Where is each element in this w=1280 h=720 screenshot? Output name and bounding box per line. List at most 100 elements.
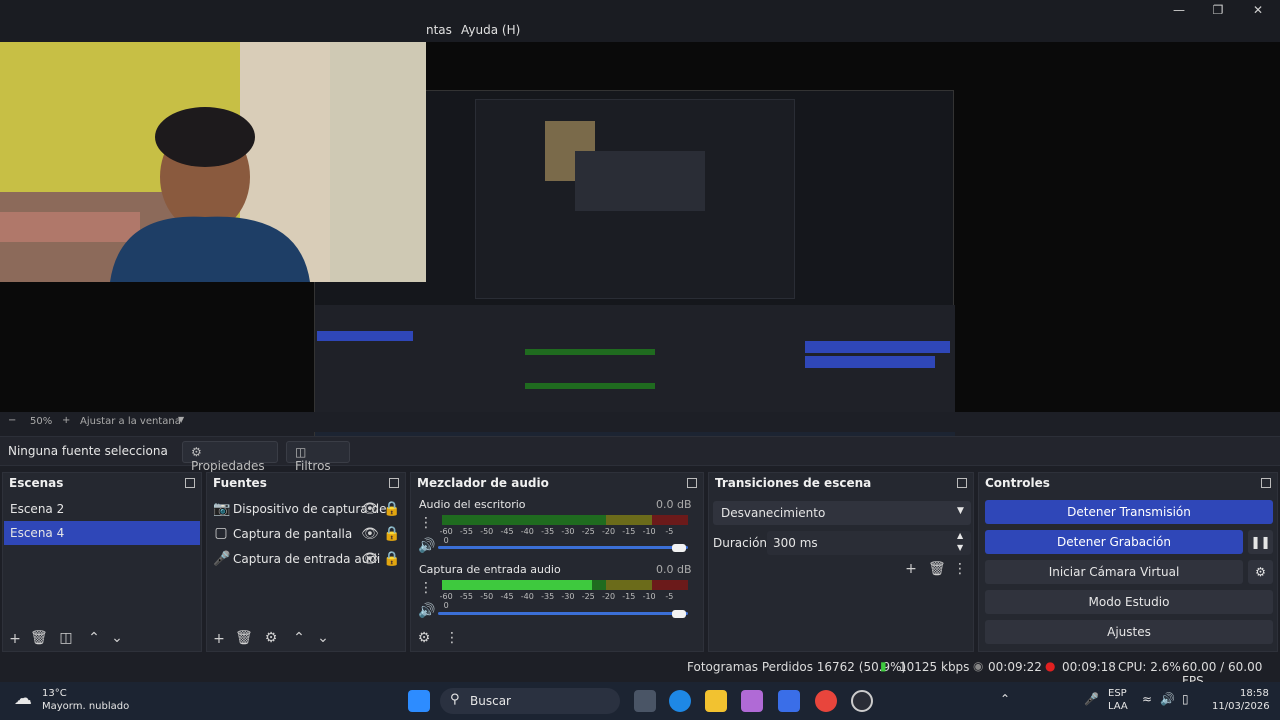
bitrate: 10125 kbps xyxy=(899,660,970,674)
meter-tick-label: -15 xyxy=(622,592,636,601)
transitions-title: Transiciones de escena xyxy=(715,476,872,490)
chevron-down-icon[interactable]: ⌄ xyxy=(109,630,125,646)
weather-icon[interactable]: ☁ xyxy=(14,688,32,709)
eye-icon[interactable]: 👁 xyxy=(361,501,379,517)
mixer-channel-db: 0.0 dB xyxy=(656,498,692,511)
advanced-audio-icon[interactable]: ⚙ xyxy=(416,630,432,646)
volume-icon[interactable]: 🔊 xyxy=(1160,692,1175,706)
popout-icon[interactable] xyxy=(687,478,697,488)
wifi-icon[interactable]: ≈ xyxy=(1142,692,1152,706)
add-icon[interactable]: + xyxy=(7,631,23,647)
task-view-icon[interactable] xyxy=(634,690,656,712)
meter-tick-label: -10 xyxy=(642,592,656,601)
lock-icon[interactable]: 🔒 xyxy=(383,551,400,567)
meter-ticks: -60 -55 -50 -45 -40 -35 -30 -25 -20 -15 -10 -50 xyxy=(436,527,692,545)
stream-time: 00:09:22 xyxy=(988,660,1042,674)
add-icon[interactable]: + xyxy=(211,631,227,647)
clock-time[interactable]: 18:58 xyxy=(1240,688,1269,699)
chevron-down-icon[interactable]: ▼ xyxy=(957,543,963,552)
meter-tick-label: -45 xyxy=(500,527,514,536)
studio-mode-button[interactable]: Modo Estudio xyxy=(985,590,1273,614)
search-icon: ⚲ xyxy=(450,692,460,707)
filter-icon[interactable]: ◫ xyxy=(58,630,74,646)
clock-date[interactable]: 11/03/2026 xyxy=(1212,701,1270,712)
chevron-up-icon[interactable]: ⌃ xyxy=(1000,692,1010,706)
taskbar-search[interactable]: ⚲ Buscar xyxy=(440,688,620,714)
menu-help[interactable]: Ayuda (H) xyxy=(461,23,520,37)
lock-icon[interactable]: 🔒 xyxy=(383,526,400,542)
lock-icon[interactable]: 🔒 xyxy=(383,501,400,517)
settings-button[interactable]: Ajustes xyxy=(985,620,1273,644)
volume-knob[interactable] xyxy=(672,544,686,552)
source-item[interactable]: Captura de entrada audi xyxy=(233,552,380,566)
kebab-menu-icon[interactable]: ⋮ xyxy=(952,561,968,577)
trash-icon[interactable]: 🗑 xyxy=(30,630,48,646)
trash-icon[interactable]: 🗑 xyxy=(235,630,253,646)
record-time: 00:09:18 xyxy=(1062,660,1116,674)
properties-button[interactable]: ⚙ Propiedades xyxy=(182,441,278,473)
kebab-menu-icon[interactable]: ⋮ xyxy=(418,580,434,596)
level-meter xyxy=(442,580,688,590)
scene-item-selected[interactable]: Escena 4 xyxy=(4,521,200,545)
minimize-icon[interactable]: — xyxy=(1172,3,1186,17)
stop-stream-button[interactable]: Detener Transmisión xyxy=(985,500,1273,524)
volume-slider[interactable] xyxy=(438,546,688,549)
edge-icon[interactable] xyxy=(669,690,691,712)
close-icon[interactable]: ✕ xyxy=(1251,3,1265,17)
sources-dock: Fuentes 📷 Dispositivo de captura de 👁 🔒 … xyxy=(206,472,406,652)
gear-icon[interactable]: ⚙ xyxy=(263,630,279,646)
add-icon[interactable]: + xyxy=(903,561,919,577)
kebab-menu-icon[interactable]: ⋮ xyxy=(418,515,434,531)
transition-select[interactable]: Desvanecimiento ▼ xyxy=(713,501,971,525)
zoom-out-icon[interactable]: − xyxy=(8,415,16,426)
battery-icon[interactable]: ▯ xyxy=(1182,692,1189,706)
volume-slider[interactable] xyxy=(438,612,688,615)
mixer-title: Mezclador de audio xyxy=(417,476,549,490)
store-icon[interactable] xyxy=(778,690,800,712)
chrome-icon[interactable] xyxy=(815,690,837,712)
copilot-icon[interactable] xyxy=(741,690,763,712)
virtual-cam-button[interactable]: Iniciar Cámara Virtual xyxy=(985,560,1243,584)
popout-icon[interactable] xyxy=(1261,478,1271,488)
monitor-icon: ▢ xyxy=(214,525,228,541)
kebab-menu-icon[interactable]: ⋮ xyxy=(444,630,460,646)
pause-icon[interactable]: ❚❚ xyxy=(1248,530,1273,554)
eye-icon[interactable]: 👁 xyxy=(361,551,379,567)
speaker-icon[interactable]: 🔊 xyxy=(418,538,435,554)
file-explorer-icon[interactable] xyxy=(705,690,727,712)
filters-button[interactable]: ◫ Filtros xyxy=(286,441,350,473)
chevron-down-icon[interactable]: ▼ xyxy=(178,415,184,424)
weather-desc: Mayorm. nublado xyxy=(42,701,130,712)
popout-icon[interactable] xyxy=(957,478,967,488)
windows-start-icon[interactable] xyxy=(408,690,430,712)
zoom-fit-label[interactable]: Ajustar a la ventana xyxy=(80,416,181,427)
chevron-up-icon[interactable]: ⌃ xyxy=(291,630,307,646)
volume-knob[interactable] xyxy=(672,610,686,618)
transition-selected: Desvanecimiento xyxy=(721,506,826,520)
duration-input[interactable]: 300 ms ▲ ▼ xyxy=(767,531,971,555)
preview-canvas[interactable] xyxy=(0,42,1280,451)
menu-windows[interactable]: ntas xyxy=(426,23,452,37)
chevron-up-icon[interactable]: ▲ xyxy=(957,531,963,540)
zoom-bar: − 50% + Ajustar a la ventana ▼ xyxy=(0,412,1280,432)
popout-icon[interactable] xyxy=(389,478,399,488)
gear-icon[interactable]: ⚙ xyxy=(1248,560,1273,584)
trash-icon[interactable]: 🗑 xyxy=(928,561,946,577)
lang-secondary[interactable]: LAA xyxy=(1108,701,1128,712)
meter-tick-label: -35 xyxy=(541,592,555,601)
obs-icon[interactable] xyxy=(851,690,873,712)
meter-tick-label: -60 xyxy=(439,592,453,601)
stop-record-button[interactable]: Detener Grabación xyxy=(985,530,1243,554)
eye-icon[interactable]: 👁 xyxy=(361,526,379,542)
chevron-down-icon[interactable]: ⌄ xyxy=(315,630,331,646)
maximize-icon[interactable]: ❐ xyxy=(1211,3,1225,17)
zoom-in-icon[interactable]: + xyxy=(62,415,70,426)
scene-item[interactable]: Escena 2 xyxy=(10,502,64,516)
speaker-icon[interactable]: 🔊 xyxy=(418,603,435,619)
meter-tick-label: -55 xyxy=(459,527,473,536)
microphone-icon[interactable]: 🎤 xyxy=(1084,692,1099,706)
popout-icon[interactable] xyxy=(185,478,195,488)
source-item[interactable]: Captura de pantalla xyxy=(233,527,352,541)
chevron-up-icon[interactable]: ⌃ xyxy=(86,630,102,646)
lang-primary[interactable]: ESP xyxy=(1108,688,1127,699)
